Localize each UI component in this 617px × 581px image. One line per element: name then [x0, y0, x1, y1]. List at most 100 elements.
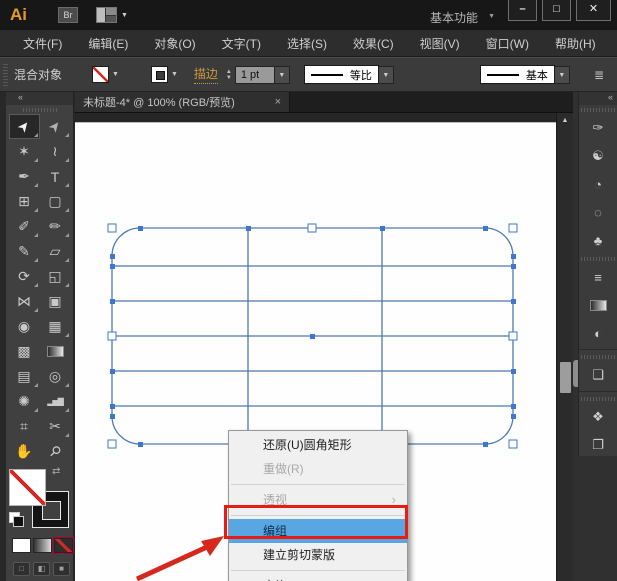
stroke-width-stepper[interactable]: ▲ ▼ [226, 69, 232, 81]
control-bar-gripper[interactable] [3, 64, 8, 86]
brushes-panel-icon[interactable]: ✑ [585, 115, 611, 141]
direct-selection-tool[interactable]: ➤ [40, 114, 71, 139]
width-profile-dropdown-button[interactable]: ▼ [379, 66, 394, 84]
selection-tool[interactable]: ➤ [9, 114, 40, 139]
gradient-fill-panel-icon[interactable] [585, 292, 611, 318]
fill-color-dropdown[interactable]: ▼ [92, 66, 119, 83]
width-profile-dropdown[interactable]: 等比 ▼ [304, 65, 394, 84]
menu-item-make-clipping-mask[interactable]: 建立剪切蒙版 [229, 543, 407, 567]
arrange-caret-icon[interactable]: ▼ [121, 12, 128, 19]
maximize-button[interactable]: □ [542, 0, 571, 21]
rotate-icon: ⟳ [18, 268, 30, 285]
color-fill-button[interactable] [12, 538, 31, 553]
stroke-width-dropdown-button[interactable]: ▼ [275, 66, 290, 84]
gradient-fill-button[interactable] [33, 538, 52, 553]
symbol-sprayer-icon: ✺ [18, 393, 30, 410]
vertical-scrollbar[interactable]: ▲ [556, 113, 573, 581]
color-panel-icon[interactable]: ◌ [585, 199, 611, 225]
document-tab[interactable]: 未标题-4* @ 100% (RGB/预览) × [75, 92, 290, 112]
stroke-width-field[interactable]: 1 pt [235, 66, 275, 84]
tools-gripper[interactable] [23, 108, 57, 112]
appearance-panel-icon[interactable]: ❏ [585, 362, 611, 388]
scale-tool[interactable]: ◱ [40, 264, 71, 289]
panel-gripper-3[interactable] [581, 355, 615, 359]
artboards-panel-icon[interactable]: ❐ [585, 432, 611, 458]
stroke-color-dropdown[interactable]: ▼ [141, 66, 178, 83]
shape-builder-tool[interactable]: ◉ [9, 314, 40, 339]
rounded-rectangle-tool[interactable]: ▢ [40, 189, 71, 214]
artboard-tool[interactable]: ⌗ [9, 414, 40, 439]
scrollbar-thumb[interactable] [560, 362, 571, 393]
brush-definition-dropdown-button[interactable]: ▼ [555, 66, 570, 84]
scroll-up-icon[interactable]: ▲ [557, 113, 573, 129]
fill-stroke-proxies: ⇄ [6, 468, 73, 534]
menu-select[interactable]: 选择(S) [274, 35, 340, 52]
panel-gripper-2[interactable] [581, 257, 615, 261]
blend-tool[interactable]: ◎ [40, 364, 71, 389]
free-transform-tool[interactable]: ▣ [40, 289, 71, 314]
submenu-arrow-icon: › [392, 574, 396, 581]
bridge-icon[interactable]: Br [58, 7, 78, 23]
stroke-panel-link[interactable]: 描边 [194, 65, 218, 84]
default-fill-stroke-icon[interactable] [9, 512, 20, 523]
screen-mode-normal-button[interactable]: □ [13, 562, 30, 576]
collapsed-panel-handle[interactable] [573, 360, 578, 387]
gradient-tool[interactable] [40, 339, 71, 364]
eyedropper-tool[interactable]: ▤ [9, 364, 40, 389]
column-graph-tool[interactable]: ▂▅▇ [40, 389, 71, 414]
tools-collapse-icon[interactable]: « [6, 92, 73, 105]
perspective-grid-tool[interactable]: ▦ [40, 314, 71, 339]
screen-mode-menu-button[interactable]: ◧ [33, 562, 50, 576]
layers-panel-icon[interactable]: ❖ [585, 404, 611, 430]
menu-window[interactable]: 窗口(W) [473, 35, 542, 52]
pencil-tool[interactable]: ✏ [40, 214, 71, 239]
menu-edit[interactable]: 编辑(E) [75, 35, 141, 52]
panel-gripper-4[interactable] [581, 397, 615, 401]
menu-type[interactable]: 文字(T) [209, 35, 274, 52]
menu-help[interactable]: 帮助(H) [542, 35, 609, 52]
screen-mode-full-button[interactable]: ■ [53, 562, 70, 576]
magic-wand-tool[interactable]: ✶ [9, 139, 40, 164]
stroke-panel-icon[interactable]: ≡ [585, 264, 611, 290]
spinner-down-icon[interactable]: ▼ [226, 75, 232, 81]
gradient-panel-icon[interactable]: ◔ [585, 171, 611, 197]
rotate-tool[interactable]: ⟳ [9, 264, 40, 289]
paintbrush-tool[interactable]: ✐ [9, 214, 40, 239]
width-tool[interactable]: ⋈ [9, 289, 40, 314]
transparency-panel-icon[interactable]: ◐ [585, 320, 611, 346]
slice-tool[interactable]: ✂ [40, 414, 71, 439]
swatches-panel-icon[interactable]: ☯ [585, 143, 611, 169]
lasso-tool[interactable]: ≀ [40, 139, 71, 164]
minimize-button[interactable]: – [508, 0, 537, 21]
title-bar: Ai Br ▼ 基本功能 ▼ – □ ✕ [0, 0, 617, 30]
menu-view[interactable]: 视图(V) [407, 35, 473, 52]
mesh-tool[interactable]: ▩ [9, 339, 40, 364]
menu-item-undo-rounded-rect[interactable]: 还原(U)圆角矩形 [229, 433, 407, 457]
document-tab-bar: 未标题-4* @ 100% (RGB/预览) × [75, 92, 573, 113]
menu-effect[interactable]: 效果(C) [340, 35, 407, 52]
hand-tool[interactable]: ✋ [9, 439, 40, 464]
symbol-sprayer-tool[interactable]: ✺ [9, 389, 40, 414]
panel-gripper-1[interactable] [581, 108, 615, 112]
none-fill-button[interactable] [54, 538, 73, 553]
type-tool[interactable]: T [40, 164, 71, 189]
fill-proxy[interactable] [9, 469, 46, 506]
rectangular-grid-tool[interactable]: ⊞ [9, 189, 40, 214]
workspace-caret-icon[interactable]: ▼ [488, 13, 495, 20]
menu-item-transform[interactable]: 变换 › [229, 574, 407, 581]
brush-definition-dropdown[interactable]: 基本 ▼ [480, 65, 570, 84]
menu-file[interactable]: 文件(F) [10, 35, 75, 52]
pen-tool[interactable]: ✒ [9, 164, 40, 189]
tab-close-icon[interactable]: × [275, 96, 281, 108]
control-panel-menu-icon[interactable]: ≣ [594, 68, 604, 82]
symbols-panel-icon[interactable]: ♣ [585, 227, 611, 253]
swap-fill-stroke-icon[interactable]: ⇄ [52, 466, 60, 477]
menu-object[interactable]: 对象(O) [141, 35, 208, 52]
workspace-switcher[interactable]: 基本功能 [430, 9, 478, 26]
blob-brush-tool[interactable]: ✎ [9, 239, 40, 264]
zoom-tool[interactable]: ⚲ [40, 439, 71, 464]
panel-collapse-icon[interactable]: « [579, 92, 617, 105]
eraser-tool[interactable]: ▱ [40, 239, 71, 264]
arrange-documents-icon[interactable] [96, 7, 117, 23]
close-button[interactable]: ✕ [576, 0, 611, 21]
